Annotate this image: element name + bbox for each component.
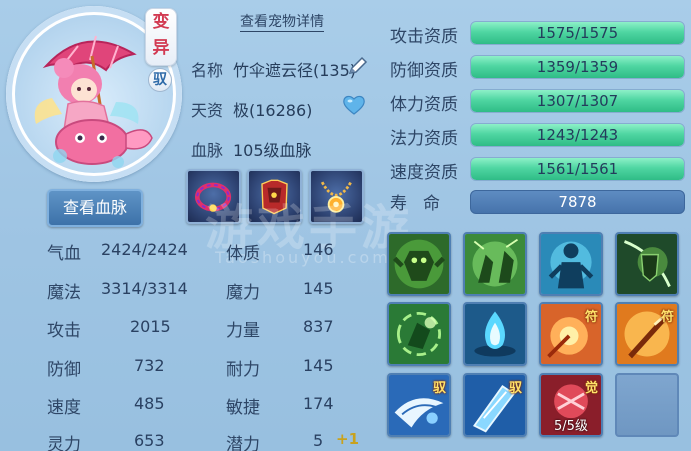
apt-stamina-value: 1307/1307 [536, 92, 619, 110]
apt-attack-bar: 1575/1575 [470, 21, 685, 45]
apt-defense-value: 1359/1359 [536, 58, 619, 76]
stat-endurance-value: 145 [303, 356, 334, 375]
awaken-skill-icon[interactable]: 觉 5/5级 [539, 373, 603, 437]
awaken-level: 5/5级 [554, 419, 588, 434]
name-value: 竹伞遮云径(135) [233, 61, 357, 80]
heart-icon[interactable] [342, 94, 366, 116]
apt-attack-value: 1575/1575 [536, 24, 619, 42]
golden-sword-skill-icon[interactable]: 符 [615, 302, 679, 366]
variant-badge: 变 异 [145, 8, 177, 66]
stat-strength-value: 837 [303, 317, 334, 336]
green-vortex-skill-icon[interactable] [387, 302, 451, 366]
stat-defense-value: 732 [134, 356, 165, 375]
stat-spirit-label: 灵力 [47, 435, 81, 451]
stat-magic-label: 魔力 [226, 283, 260, 303]
awaken-tag: 觉 [584, 381, 598, 396]
view-lineage-button[interactable]: 查看血脉 [47, 189, 143, 227]
stat-magic-value: 145 [303, 279, 334, 298]
life-value: 7878 [558, 193, 597, 211]
talent-value: 极(16286) [233, 101, 313, 120]
stone-giant-skill-icon[interactable] [387, 232, 451, 296]
stat-spirit-value: 653 [134, 431, 165, 450]
ride-crystal-skill-icon[interactable]: 驭 [463, 373, 527, 437]
talisman-tag: 符 [584, 310, 598, 325]
stat-potential-label: 潜力 [226, 435, 260, 451]
apt-mana-label: 法力资质 [390, 129, 458, 149]
stat-mp-value: 3314/3314 [101, 279, 188, 298]
stat-agility-label: 敏捷 [226, 398, 260, 418]
stat-speed-value: 485 [134, 394, 165, 413]
apt-speed-label: 速度资质 [390, 163, 458, 183]
life-bar: 7878 [470, 190, 685, 214]
stat-constitution-label: 体质 [226, 244, 260, 264]
shield-warrior-skill-icon[interactable] [615, 232, 679, 296]
life-label: 寿命 [390, 194, 456, 214]
talisman-tag: 符 [660, 310, 674, 325]
stat-agility-value: 174 [303, 394, 334, 413]
stat-speed-label: 速度 [47, 398, 81, 418]
shadow-figure-skill-icon[interactable] [539, 232, 603, 296]
stat-mp-label: 魔法 [47, 283, 81, 303]
empty-skill-slot[interactable] [615, 373, 679, 437]
ride-tag: 驭 [508, 381, 522, 396]
view-pet-detail-link[interactable]: 查看宠物详情 [240, 13, 324, 32]
stat-endurance-label: 耐力 [226, 360, 260, 380]
apt-stamina-label: 体力资质 [390, 95, 458, 115]
name-label: 名称 [191, 61, 224, 80]
stat-defense-label: 防御 [47, 360, 81, 380]
stat-attack-value: 2015 [130, 317, 171, 336]
stat-constitution-value: 146 [303, 240, 334, 259]
apt-attack-label: 攻击资质 [390, 27, 458, 47]
fire-talisman-skill-icon[interactable]: 符 [539, 302, 603, 366]
apt-speed-bar: 1561/1561 [470, 157, 685, 181]
ride-badge: 驭 [148, 68, 172, 92]
stat-potential-value: 5 [313, 431, 324, 450]
stat-hp-value: 2424/2424 [101, 240, 188, 259]
apt-mana-value: 1243/1243 [536, 126, 619, 144]
edit-name-icon[interactable] [346, 54, 370, 78]
ride-whirl-skill-icon[interactable]: 驭 [387, 373, 451, 437]
apt-defense-label: 防御资质 [390, 61, 458, 81]
blue-flame-skill-icon[interactable] [463, 302, 527, 366]
stat-attack-label: 攻击 [47, 321, 81, 341]
bloodline-value: 105级血脉 [233, 141, 312, 160]
bloodline-label: 血脉 [191, 141, 224, 160]
talent-label: 天资 [191, 101, 224, 120]
apt-speed-value: 1561/1561 [536, 160, 619, 178]
apt-stamina-bar: 1307/1307 [470, 89, 685, 113]
variant-badge-text: 变 异 [152, 12, 170, 58]
apt-defense-bar: 1359/1359 [470, 55, 685, 79]
ride-tag: 驭 [432, 381, 446, 396]
twin-warriors-skill-icon[interactable] [463, 232, 527, 296]
apt-mana-bar: 1243/1243 [470, 123, 685, 147]
stat-hp-label: 气血 [47, 244, 81, 264]
potential-bonus[interactable]: +1 [336, 430, 359, 448]
stat-strength-label: 力量 [226, 321, 260, 341]
